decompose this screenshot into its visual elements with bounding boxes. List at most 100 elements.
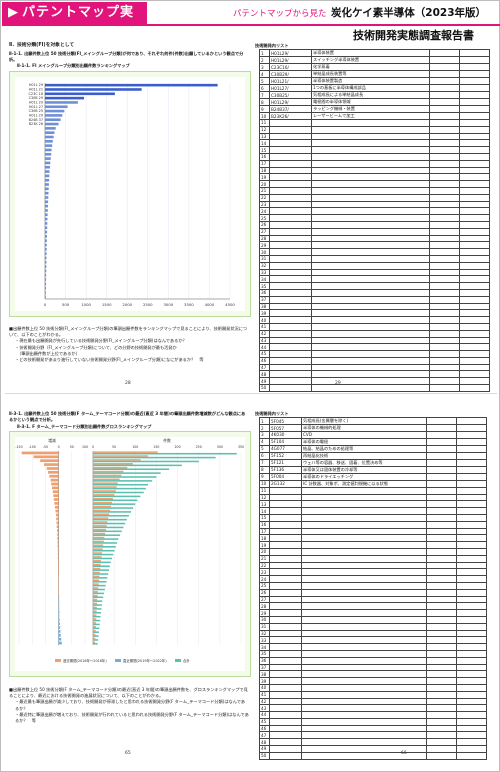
ranking-bar — [45, 144, 53, 147]
table-cell-code — [269, 636, 302, 645]
ranking-bar — [45, 260, 47, 264]
table-row: 16 — [259, 520, 487, 529]
table-cell-num: 35 — [259, 649, 270, 658]
table-row: 28 — [259, 602, 487, 611]
table-cell-blank1 — [426, 581, 457, 590]
table-cell-desc — [311, 282, 430, 290]
table-cell-code — [269, 486, 302, 495]
table-cell-blank1 — [426, 561, 457, 570]
table-cell-num: 26 — [259, 588, 270, 597]
table-row: 33 — [259, 268, 490, 277]
table-cell-desc — [311, 309, 430, 318]
table-row: 9 5F004 半導体のドライエッチング — [259, 472, 487, 481]
table-cell-blank2 — [456, 493, 487, 502]
legend-label: 過去期間(2016年〜2018年) — [63, 658, 107, 663]
table-cell-num: 7 — [259, 458, 270, 467]
change-bar — [58, 637, 62, 641]
table-cell-blank1 — [429, 146, 460, 154]
table-cell-desc — [301, 649, 427, 658]
table-cell-code — [269, 173, 312, 182]
table-cell-blank2 — [459, 227, 490, 236]
change-bar — [57, 556, 59, 560]
table-cell-blank1 — [429, 119, 460, 127]
change-bar — [51, 482, 59, 486]
table-cell-blank1 — [426, 431, 457, 439]
ranking-bar — [45, 265, 47, 268]
table-cell-num: 17 — [259, 159, 270, 168]
ranking-bar — [45, 291, 46, 294]
table-cell-code: H01L21/ — [269, 77, 312, 85]
table-row: 19 — [259, 173, 490, 182]
table-cell-desc: CVD — [301, 431, 427, 439]
table-cell-code — [269, 677, 302, 685]
change-bar — [58, 567, 59, 571]
table-cell-blank2 — [459, 84, 490, 92]
table-cell-num: 7 — [259, 91, 270, 99]
past-period-bar — [93, 470, 124, 473]
table-cell-desc — [311, 384, 430, 392]
table-cell-code — [269, 384, 312, 392]
table-cell-blank1 — [426, 465, 457, 474]
change-bar — [58, 610, 60, 614]
subsection-text: Ⅱ-3-1. 出願件数上位 50 技術分類(F ターム_テーマコード分類)の最近… — [9, 411, 246, 422]
table-cell-desc — [301, 609, 427, 617]
table-cell-blank1 — [426, 738, 457, 747]
change-bar — [57, 552, 59, 556]
table-cell-num: 33 — [259, 268, 270, 277]
change-bar — [58, 633, 61, 637]
table-cell-blank1 — [429, 268, 460, 277]
past-period-bar — [93, 451, 158, 453]
table-row: 28 — [259, 234, 490, 243]
table-cell-desc — [311, 139, 430, 148]
table-cell-code — [269, 139, 312, 148]
ranking-bar — [45, 174, 50, 178]
table-cell-code: 5F045 — [269, 417, 302, 425]
table-cell-blank1 — [429, 261, 460, 270]
table-cell-num: 14 — [259, 139, 270, 148]
table-cell-desc: IC 計数器、対象ボ、測定値判規機に以る状態 — [301, 479, 427, 488]
table-cell-blank2 — [456, 472, 487, 481]
table-cell-blank1 — [429, 166, 460, 175]
table-cell-num: 29 — [259, 609, 270, 617]
total-bar — [93, 460, 199, 463]
table-cell-blank1 — [426, 690, 457, 699]
table-row: 29 — [259, 241, 490, 250]
page-number-right: 29 — [335, 381, 341, 386]
table-cell-blank2 — [459, 336, 490, 345]
table-cell-blank1 — [429, 377, 460, 386]
table-cell-blank1 — [426, 588, 457, 597]
ranking-bar — [45, 183, 49, 186]
table-cell-code — [269, 193, 312, 202]
ranking-bar — [45, 118, 61, 122]
table-row: 18 — [259, 166, 490, 175]
bullet-item: ・最近特に筆頭出願が増えており、技術開発が行われていると思われる技術開発分野(F… — [15, 711, 249, 724]
table-cell-num: 24 — [259, 575, 270, 583]
ranking-bar — [45, 209, 48, 212]
table-cell-num: 40 — [259, 683, 270, 692]
change-bar — [46, 467, 59, 470]
table-row: 42 — [259, 329, 490, 338]
table-cell-blank2 — [456, 677, 487, 685]
table-cell-blank2 — [456, 663, 487, 672]
table-cell-blank2 — [459, 363, 490, 372]
past-period-bar — [93, 622, 97, 624]
table-cell-code: H01L29/ — [269, 56, 312, 64]
table-cell-code — [269, 186, 312, 195]
table-row: 8 5F136 半導体又は固体装置の冷却等 — [259, 465, 487, 474]
table-cell-num: 36 — [259, 656, 270, 665]
x-tick-label: 4000 — [205, 302, 215, 307]
table-cell-desc — [311, 166, 430, 175]
table-cell-blank2 — [459, 261, 490, 270]
past-period-bar — [93, 560, 101, 562]
table-cell-desc — [311, 261, 430, 270]
table-cell-desc — [301, 622, 427, 631]
past-period-bar — [93, 637, 96, 640]
table-cell-desc — [301, 636, 427, 645]
table-cell-desc — [311, 370, 430, 379]
table-cell-blank2 — [459, 186, 490, 195]
table-row: 10 B23K26/レーザービームで加工 — [259, 112, 490, 120]
table-cell-blank2 — [456, 513, 487, 522]
total-bar — [93, 635, 99, 637]
table-cell-num: 15 — [259, 146, 270, 154]
table-cell-blank2 — [459, 63, 490, 71]
